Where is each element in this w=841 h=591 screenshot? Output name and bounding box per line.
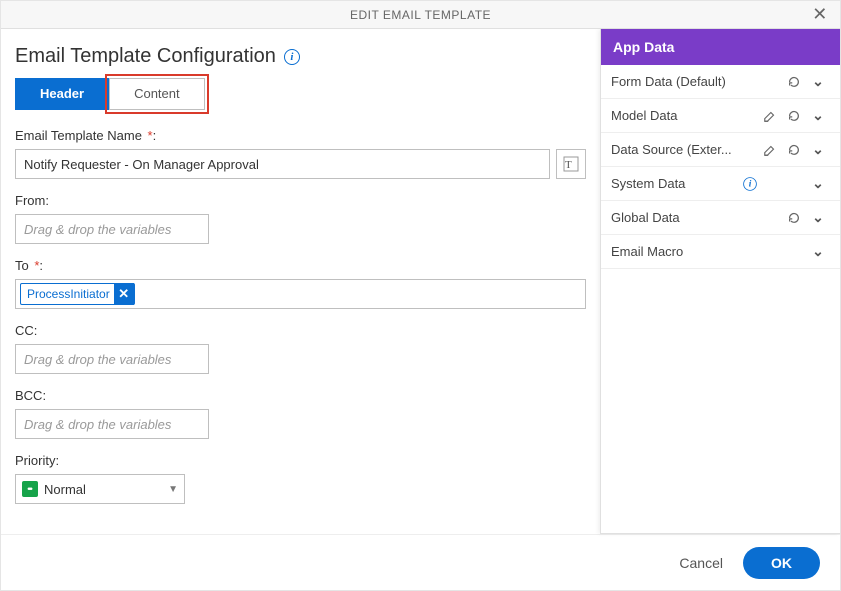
modal-body: Email Template Configuration i Header Co… [1, 29, 840, 534]
field-cc: CC: [15, 323, 586, 374]
chevron-down-icon[interactable]: ⌄ [806, 175, 830, 192]
from-input[interactable] [15, 214, 209, 244]
modal-title: EDIT EMAIL TEMPLATE [350, 8, 491, 22]
refresh-icon[interactable] [782, 70, 806, 94]
field-from: From: [15, 193, 586, 244]
close-icon[interactable]: ✕ [806, 1, 834, 29]
ok-button[interactable]: OK [743, 547, 820, 579]
accordion-list: Form Data (Default)⌄Model Data⌄Data Sour… [601, 65, 840, 269]
info-icon[interactable]: i [284, 49, 300, 65]
field-to: To *: ProcessInitiator ✕ [15, 258, 586, 309]
main-content: Email Template Configuration i Header Co… [1, 29, 600, 534]
chevron-down-icon[interactable]: ⌄ [806, 243, 830, 260]
accordion-item: Email Macro⌄ [601, 235, 840, 269]
cancel-button[interactable]: Cancel [679, 555, 723, 571]
chevron-down-icon[interactable]: ⌄ [806, 73, 830, 90]
bcc-input[interactable] [15, 409, 209, 439]
edit-icon[interactable] [758, 138, 782, 162]
chevron-down-icon[interactable]: ⌄ [806, 107, 830, 124]
info-icon[interactable]: i [743, 177, 757, 191]
accordion-item: System Datai ⌄ [601, 167, 840, 201]
priority-select[interactable]: ••• Normal ▼ [15, 474, 185, 504]
edit-icon[interactable] [758, 104, 782, 128]
footer: Cancel OK [1, 534, 840, 590]
to-input[interactable]: ProcessInitiator ✕ [15, 279, 586, 309]
tab-content[interactable]: Content [109, 78, 205, 110]
accordion-item-label[interactable]: System Data [611, 176, 742, 191]
form: Email Template Name *: T From: [1, 128, 600, 504]
refresh-icon[interactable] [782, 206, 806, 230]
text-variable-icon: T [563, 156, 579, 172]
label-template-name: Email Template Name *: [15, 128, 586, 143]
required-marker: * [144, 128, 153, 143]
accordion-item: Data Source (Exter... ⌄ [601, 133, 840, 167]
field-priority: Priority: ••• Normal ▼ [15, 453, 586, 504]
tab-header[interactable]: Header [15, 78, 109, 110]
priority-normal-icon: ••• [22, 481, 38, 497]
titlebar: EDIT EMAIL TEMPLATE ✕ [1, 1, 840, 29]
refresh-icon[interactable] [782, 104, 806, 128]
recipient-chip-label: ProcessInitiator [27, 284, 110, 304]
refresh-icon[interactable] [782, 138, 806, 162]
chevron-down-icon[interactable]: ⌄ [806, 209, 830, 226]
accordion-item: Model Data ⌄ [601, 99, 840, 133]
label-cc: CC: [15, 323, 586, 338]
svg-text:T: T [565, 159, 572, 171]
panel-title: App Data [601, 29, 840, 65]
field-template-name: Email Template Name *: T [15, 128, 586, 179]
label-from: From: [15, 193, 586, 208]
template-name-picker-button[interactable]: T [556, 149, 586, 179]
modal: EDIT EMAIL TEMPLATE ✕ Email Template Con… [0, 0, 841, 591]
priority-value: Normal [44, 482, 86, 497]
chip-remove-icon[interactable]: ✕ [114, 283, 134, 305]
accordion-item-label[interactable]: Email Macro [611, 244, 806, 259]
section-heading: Email Template Configuration i [1, 29, 600, 78]
label-bcc: BCC: [15, 388, 586, 403]
tabs: Header Content [1, 78, 600, 120]
recipient-chip: ProcessInitiator ✕ [20, 283, 135, 305]
cc-input[interactable] [15, 344, 209, 374]
label-priority: Priority: [15, 453, 586, 468]
label-to: To *: [15, 258, 586, 273]
label-template-name-text: Email Template Name [15, 128, 142, 143]
chevron-down-icon: ▼ [168, 484, 178, 495]
app-data-panel: App Data Form Data (Default) ⌄ Model Data ⌄… [600, 29, 840, 534]
accordion-item-label[interactable]: Form Data (Default) [611, 74, 782, 89]
accordion-item-label[interactable]: Global Data [611, 210, 782, 225]
accordion-item-label[interactable]: Data Source (Exter... [611, 142, 758, 157]
template-name-input[interactable] [15, 149, 550, 179]
accordion-item: Global Data ⌄ [601, 201, 840, 235]
field-bcc: BCC: [15, 388, 586, 439]
accordion-item: Form Data (Default) ⌄ [601, 65, 840, 99]
required-marker: * [31, 258, 40, 273]
chevron-down-icon[interactable]: ⌄ [806, 141, 830, 158]
accordion-item-label[interactable]: Model Data [611, 108, 758, 123]
label-to-text: To [15, 258, 29, 273]
page-title: Email Template Configuration [15, 45, 276, 68]
